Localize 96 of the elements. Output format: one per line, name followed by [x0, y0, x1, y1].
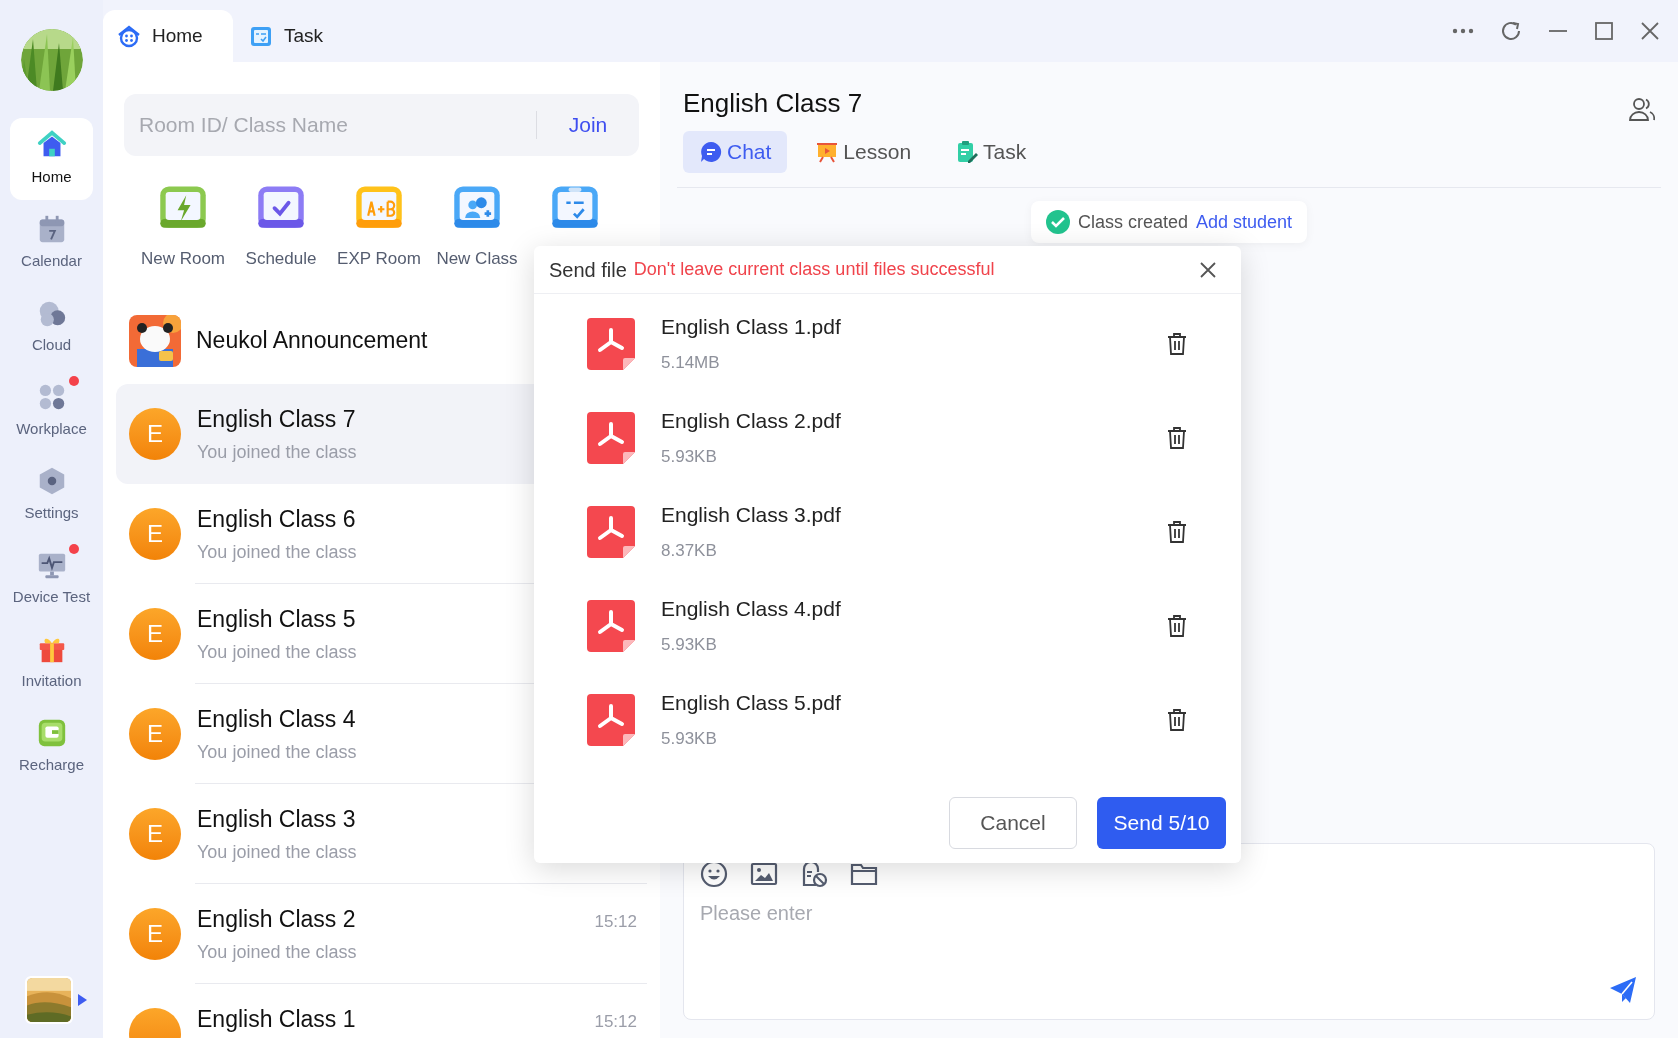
action-label[interactable]: Schedule [245, 246, 317, 272]
sidebar-label: Home [31, 167, 72, 188]
tab[interactable]: Chat [683, 131, 788, 173]
action-label[interactable]: New Room [140, 246, 226, 272]
conversation-title: English Class 3 [197, 805, 356, 833]
trash-icon[interactable] [1166, 614, 1188, 638]
avatar: E [129, 607, 181, 660]
file-blocked-icon[interactable] [800, 860, 828, 888]
trash-icon[interactable] [1166, 520, 1188, 544]
file-name: English Class 1.pdf [661, 314, 841, 340]
sidebar-label: Workplace [16, 419, 87, 440]
file-name: English Class 2.pdf [661, 408, 841, 434]
file-name: English Class 5.pdf [661, 690, 841, 716]
clipboard-icon [955, 140, 980, 164]
conversation-preview: You joined the class [197, 540, 357, 564]
chat-icon [699, 140, 723, 164]
check-circle-icon [1045, 210, 1070, 234]
sidebar-label: Invitation [21, 671, 82, 692]
conversation-preview: You joined the class [197, 940, 357, 964]
join-button[interactable]: Join [537, 94, 639, 156]
conversation-title: English Class 4 [197, 705, 356, 733]
tab[interactable]: Home [103, 10, 233, 62]
message-field[interactable]: Please enter [700, 898, 1638, 975]
pdf-icon [587, 412, 635, 464]
conversation-preview: You joined the class [197, 740, 357, 764]
sidebar-item[interactable]: Home [10, 118, 93, 200]
sidebar-item[interactable]: Calendar [10, 202, 93, 284]
conversation-title: English Class 6 [197, 505, 356, 533]
toast-message: Class created [1077, 210, 1188, 234]
timestamp: 15:12 [594, 911, 637, 932]
send-icon[interactable] [1608, 975, 1638, 1005]
action-label[interactable]: New Class [436, 246, 518, 272]
avatar: E [129, 807, 181, 860]
file-size: 5.93KB [661, 445, 718, 468]
sidebar-label: Settings [24, 503, 79, 524]
dialog-title: Send file [549, 257, 627, 283]
tab[interactable]: Lesson [799, 131, 928, 173]
search-field[interactable]: Room ID/ Class Name Join [124, 94, 639, 156]
sidebar-label: Device Test [12, 587, 91, 608]
pdf-icon [587, 600, 635, 652]
maximize-icon[interactable] [1594, 21, 1614, 41]
pdf-icon [587, 318, 635, 370]
conversation-preview: You joined the class [197, 440, 357, 464]
pdf-icon [587, 506, 635, 558]
trash-icon[interactable] [1166, 332, 1188, 356]
avatar: E [129, 907, 181, 960]
pdf-icon [587, 694, 635, 746]
file-name: English Class 3.pdf [661, 502, 841, 528]
conversation-item[interactable]: Neukol Announcement [116, 297, 647, 384]
close-icon[interactable] [1640, 21, 1660, 41]
conversation-title: English Class 7 [197, 405, 356, 433]
cancel-button[interactable]: Cancel [949, 797, 1077, 849]
file-size: 5.93KB [661, 633, 718, 656]
chat-title: English Class 7 [683, 87, 863, 120]
sidebar-item[interactable]: Workplace [10, 370, 93, 452]
avatar: E [129, 507, 181, 560]
add-student-link[interactable]: Add student [1196, 208, 1293, 236]
file-name: English Class 4.pdf [661, 596, 841, 622]
emoji-icon[interactable] [700, 860, 728, 888]
conversation-preview: You joined the class [197, 640, 357, 664]
tab[interactable]: Task [939, 131, 1043, 173]
trash-icon[interactable] [1166, 426, 1188, 450]
close-icon[interactable] [1200, 261, 1216, 278]
sidebar-item[interactable]: Cloud [10, 286, 93, 368]
sidebar-item[interactable]: Invitation [10, 622, 93, 704]
sidebar-item[interactable]: Settings [10, 454, 93, 536]
sidebar-label: Recharge [18, 755, 84, 776]
file-size: 8.37KB [661, 539, 718, 562]
presentation-icon [815, 140, 840, 164]
sidebar-label: Cloud [31, 335, 72, 356]
send-button[interactable]: Send 5/10 [1097, 797, 1226, 849]
members-icon[interactable] [1629, 95, 1655, 122]
conversation-item[interactable]: English Class 1 15:12 [116, 983, 647, 1038]
timestamp: 15:12 [594, 1011, 637, 1032]
sidebar-item[interactable]: Recharge [10, 706, 93, 788]
file-size: 5.14MB [661, 351, 721, 374]
avatar: E [129, 407, 181, 460]
image-icon[interactable] [750, 860, 778, 888]
expand-arrow-icon[interactable] [77, 994, 87, 1006]
conversation-title: English Class 2 [197, 905, 356, 933]
warning-message: Don't leave current class until files successful [633, 258, 995, 281]
conversation-title: English Class 5 [197, 605, 356, 633]
refresh-icon[interactable] [1500, 20, 1522, 42]
message-input[interactable]: Please enter [683, 843, 1655, 1020]
conversation-title: Neukol Announcement [196, 326, 428, 356]
sidebar-label: Calendar [21, 251, 82, 272]
conversation-preview: You joined the class [197, 840, 357, 864]
trash-icon[interactable] [1166, 708, 1188, 732]
file-size: 5.93KB [661, 727, 718, 750]
tab[interactable]: Task [235, 10, 337, 62]
sidebar-item[interactable]: Device Test [10, 538, 93, 620]
conversation-title: English Class 1 [197, 1005, 356, 1033]
home-icon [116, 23, 142, 49]
action-label[interactable]: EXP Room [337, 246, 421, 272]
avatar: E [129, 707, 181, 760]
conversation-item[interactable]: E English Class 2 15:12 You joined the class [116, 883, 647, 984]
